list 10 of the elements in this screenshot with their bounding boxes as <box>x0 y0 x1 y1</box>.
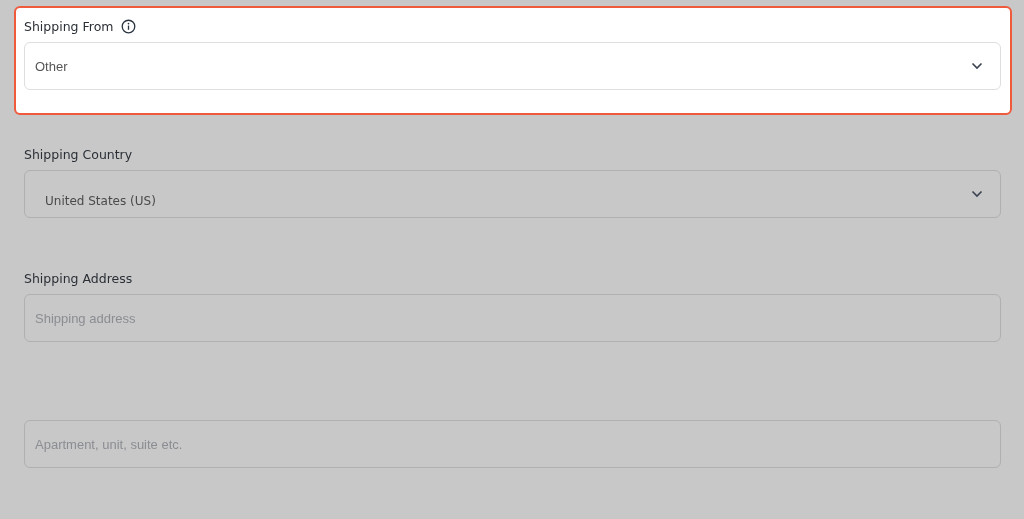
field-label: Shipping From <box>24 19 114 34</box>
chevron-down-icon <box>971 190 983 198</box>
field-label: Shipping Address <box>24 271 133 286</box>
chevron-down-icon <box>971 62 983 70</box>
input-field[interactable]: Shipping address <box>24 294 1001 342</box>
input-field[interactable]: Apartment, unit, suite etc. <box>24 420 1001 468</box>
field-label: Shipping Country <box>24 147 133 162</box>
select-field[interactable]: Other <box>24 42 1001 90</box>
info-icon[interactable] <box>121 19 137 34</box>
select-field[interactable]: United States (US) <box>24 170 1001 218</box>
